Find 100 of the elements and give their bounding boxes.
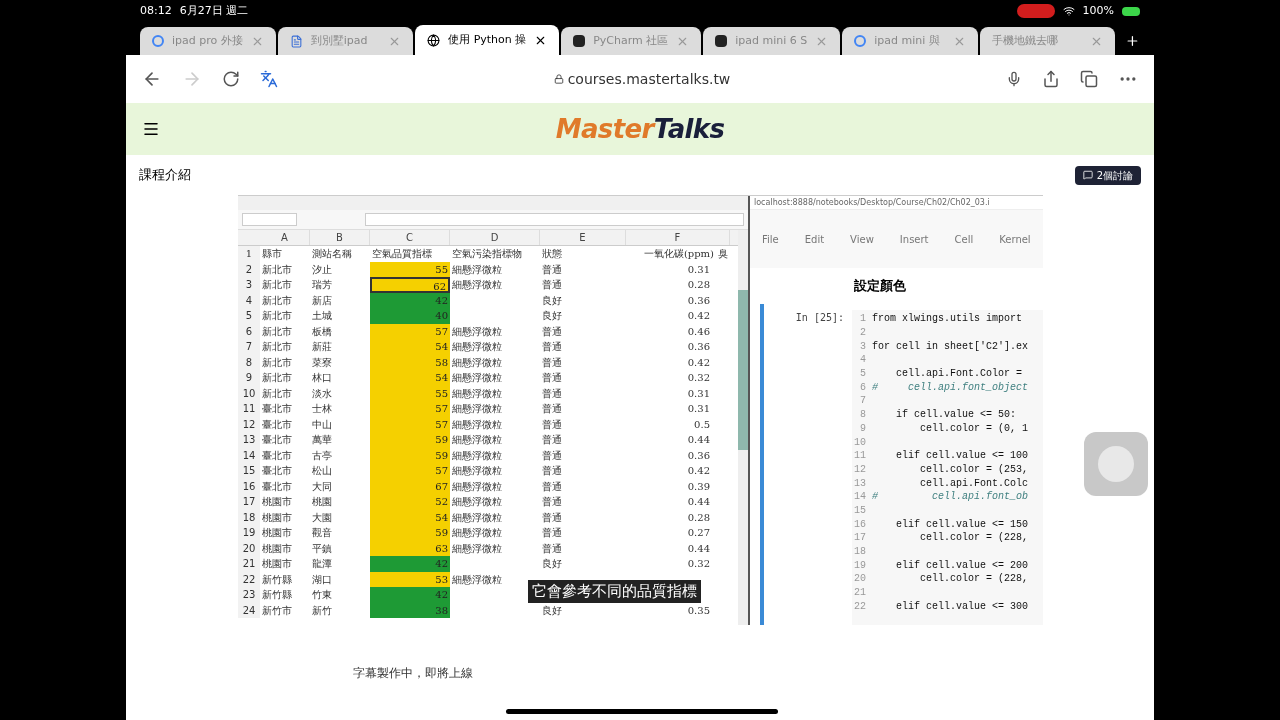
- menu-item[interactable]: Kernel: [999, 231, 1031, 247]
- name-box[interactable]: [242, 213, 297, 226]
- line-number: 2: [859, 326, 867, 341]
- table-cell-text: 細懸浮微粒: [451, 479, 503, 494]
- new-tab-icon[interactable]: [1125, 33, 1140, 49]
- menu-item[interactable]: Insert: [899, 231, 929, 247]
- column-header[interactable]: A: [260, 230, 310, 245]
- table-cell-text: 大園: [311, 510, 333, 525]
- table-cell-text: 細懸浮微粒: [451, 324, 503, 339]
- table-cell[interactable]: 42: [370, 556, 450, 572]
- clock-time: 08:12: [140, 2, 172, 19]
- line-number: 9: [859, 421, 867, 436]
- translate-icon[interactable]: [260, 70, 278, 88]
- table-cell-text: 新北市: [261, 386, 293, 401]
- table-cell[interactable]: 42: [370, 587, 450, 603]
- recording-indicator: [1016, 4, 1055, 18]
- table-cell-text: 臺北市: [261, 417, 293, 432]
- table-cell[interactable]: 57: [370, 401, 450, 417]
- menu-item[interactable]: Edit: [804, 231, 825, 247]
- address-field[interactable]: courses.mastertalks.tw: [567, 68, 731, 90]
- status-date: 6月27日 週二: [179, 2, 249, 19]
- table-cell-text: 臺北市: [261, 448, 293, 463]
- code-line: elif cell.value <= 150: [895, 517, 1029, 532]
- line-number: 10: [853, 435, 867, 450]
- column-header[interactable]: D: [450, 230, 540, 245]
- menu-item[interactable]: View: [850, 231, 874, 247]
- tabs-icon[interactable]: [1080, 70, 1098, 88]
- table-cell-text: 細懸浮微粒: [451, 355, 503, 370]
- column-header[interactable]: E: [540, 230, 626, 245]
- table-cell[interactable]: 62: [370, 277, 450, 293]
- table-cell-text: 普通: [541, 417, 563, 432]
- table-cell-text: 臺北市: [261, 402, 293, 417]
- line-number: 3: [859, 339, 867, 354]
- menu-item[interactable]: Cell: [954, 231, 974, 247]
- table-cell[interactable]: 55: [370, 261, 450, 277]
- table-cell-text: 良好: [541, 293, 563, 308]
- notebook-url[interactable]: localhost:8888/notebooks/Desktop/Course/Ch02/Ch02_03.i: [754, 196, 990, 209]
- table-cell-text: 萬華: [311, 433, 333, 448]
- site-logo[interactable]: MasterTalks: [160, 109, 1120, 149]
- microphone-icon[interactable]: [1006, 71, 1022, 87]
- code-line: cell.api.Font.Colc: [919, 476, 1029, 491]
- table-cell[interactable]: 59: [370, 432, 450, 448]
- reload-icon[interactable]: [222, 70, 240, 88]
- scrollbar[interactable]: [738, 230, 748, 625]
- table-cell-text: 新北市: [261, 262, 293, 277]
- code-line: elif cell.value <= 100: [895, 449, 1029, 464]
- table-cell-text: 0.36: [686, 340, 711, 355]
- row-number: 11: [238, 401, 260, 417]
- table-cell-text: 0.39: [686, 479, 711, 494]
- code-line: cell.color = (228,: [919, 572, 1029, 587]
- line-number: 4: [859, 353, 867, 368]
- table-cell[interactable]: 52: [370, 494, 450, 510]
- table-cell-text: 新竹縣: [261, 572, 293, 587]
- line-number: 12: [853, 462, 867, 477]
- table-cell-text: 0.28: [686, 278, 711, 293]
- formula-field[interactable]: [365, 213, 744, 226]
- column-header[interactable]: F: [626, 230, 730, 245]
- table-cell[interactable]: 40: [370, 308, 450, 324]
- row-number: 19: [238, 525, 260, 541]
- assistive-touch-button[interactable]: [1084, 432, 1148, 496]
- code-line: if cell.value <= 50:: [895, 408, 1017, 423]
- globe-icon: [427, 33, 441, 47]
- table-cell-text: 良好: [541, 309, 563, 324]
- table-cell-text: 細懸浮微粒: [451, 572, 503, 587]
- table-cell-text: 細懸浮微粒: [451, 448, 503, 463]
- table-cell-text: 新北市: [261, 278, 293, 293]
- column-header[interactable]: C: [370, 230, 450, 245]
- table-cell[interactable]: 54: [370, 339, 450, 355]
- table-cell-text: 臺北市: [261, 433, 293, 448]
- table-cell-text: 桃園市: [261, 526, 293, 541]
- row-number: 3: [238, 277, 260, 293]
- table-cell-text: 臺北市: [261, 464, 293, 479]
- column-header[interactable]: B: [310, 230, 370, 245]
- table-cell-text: 普通: [541, 324, 563, 339]
- row-number: 13: [238, 432, 260, 448]
- table-cell-text: 松山: [311, 464, 333, 479]
- table-cell-text: 普通: [541, 371, 563, 386]
- share-icon[interactable]: [1042, 70, 1060, 88]
- table-cell-text: 新莊: [311, 340, 333, 355]
- cell-prompt: In [25]:: [794, 311, 845, 325]
- line-number: 15: [853, 503, 867, 518]
- table-cell-text: 新北市: [261, 293, 293, 308]
- table-cell[interactable]: 59: [370, 525, 450, 541]
- table-cell-text: 狀態: [541, 247, 563, 262]
- code-line: cell.color = (253,: [919, 462, 1029, 477]
- menu-icon[interactable]: [142, 120, 160, 138]
- menu-item[interactable]: File: [762, 231, 779, 247]
- discussion-button[interactable]: 2個討論: [1074, 165, 1141, 185]
- table-cell[interactable]: 54: [370, 370, 450, 386]
- browser-tab[interactable]: 使用 Python 操: [415, 25, 560, 55]
- table-cell-text: 普通: [541, 495, 563, 510]
- table-cell-text: 普通: [541, 448, 563, 463]
- video-caption: 它會參考不同的品質指標: [528, 580, 701, 603]
- table-cell-text: 普通: [541, 340, 563, 355]
- line-number: 8: [859, 408, 867, 423]
- table-cell-text: 土城: [311, 309, 333, 324]
- table-cell[interactable]: 57: [370, 463, 450, 479]
- table-cell-text: 新竹: [311, 603, 333, 618]
- table-cell-text: 瑞芳: [311, 278, 333, 293]
- code-line: # cell.api.font_ob: [872, 490, 1029, 505]
